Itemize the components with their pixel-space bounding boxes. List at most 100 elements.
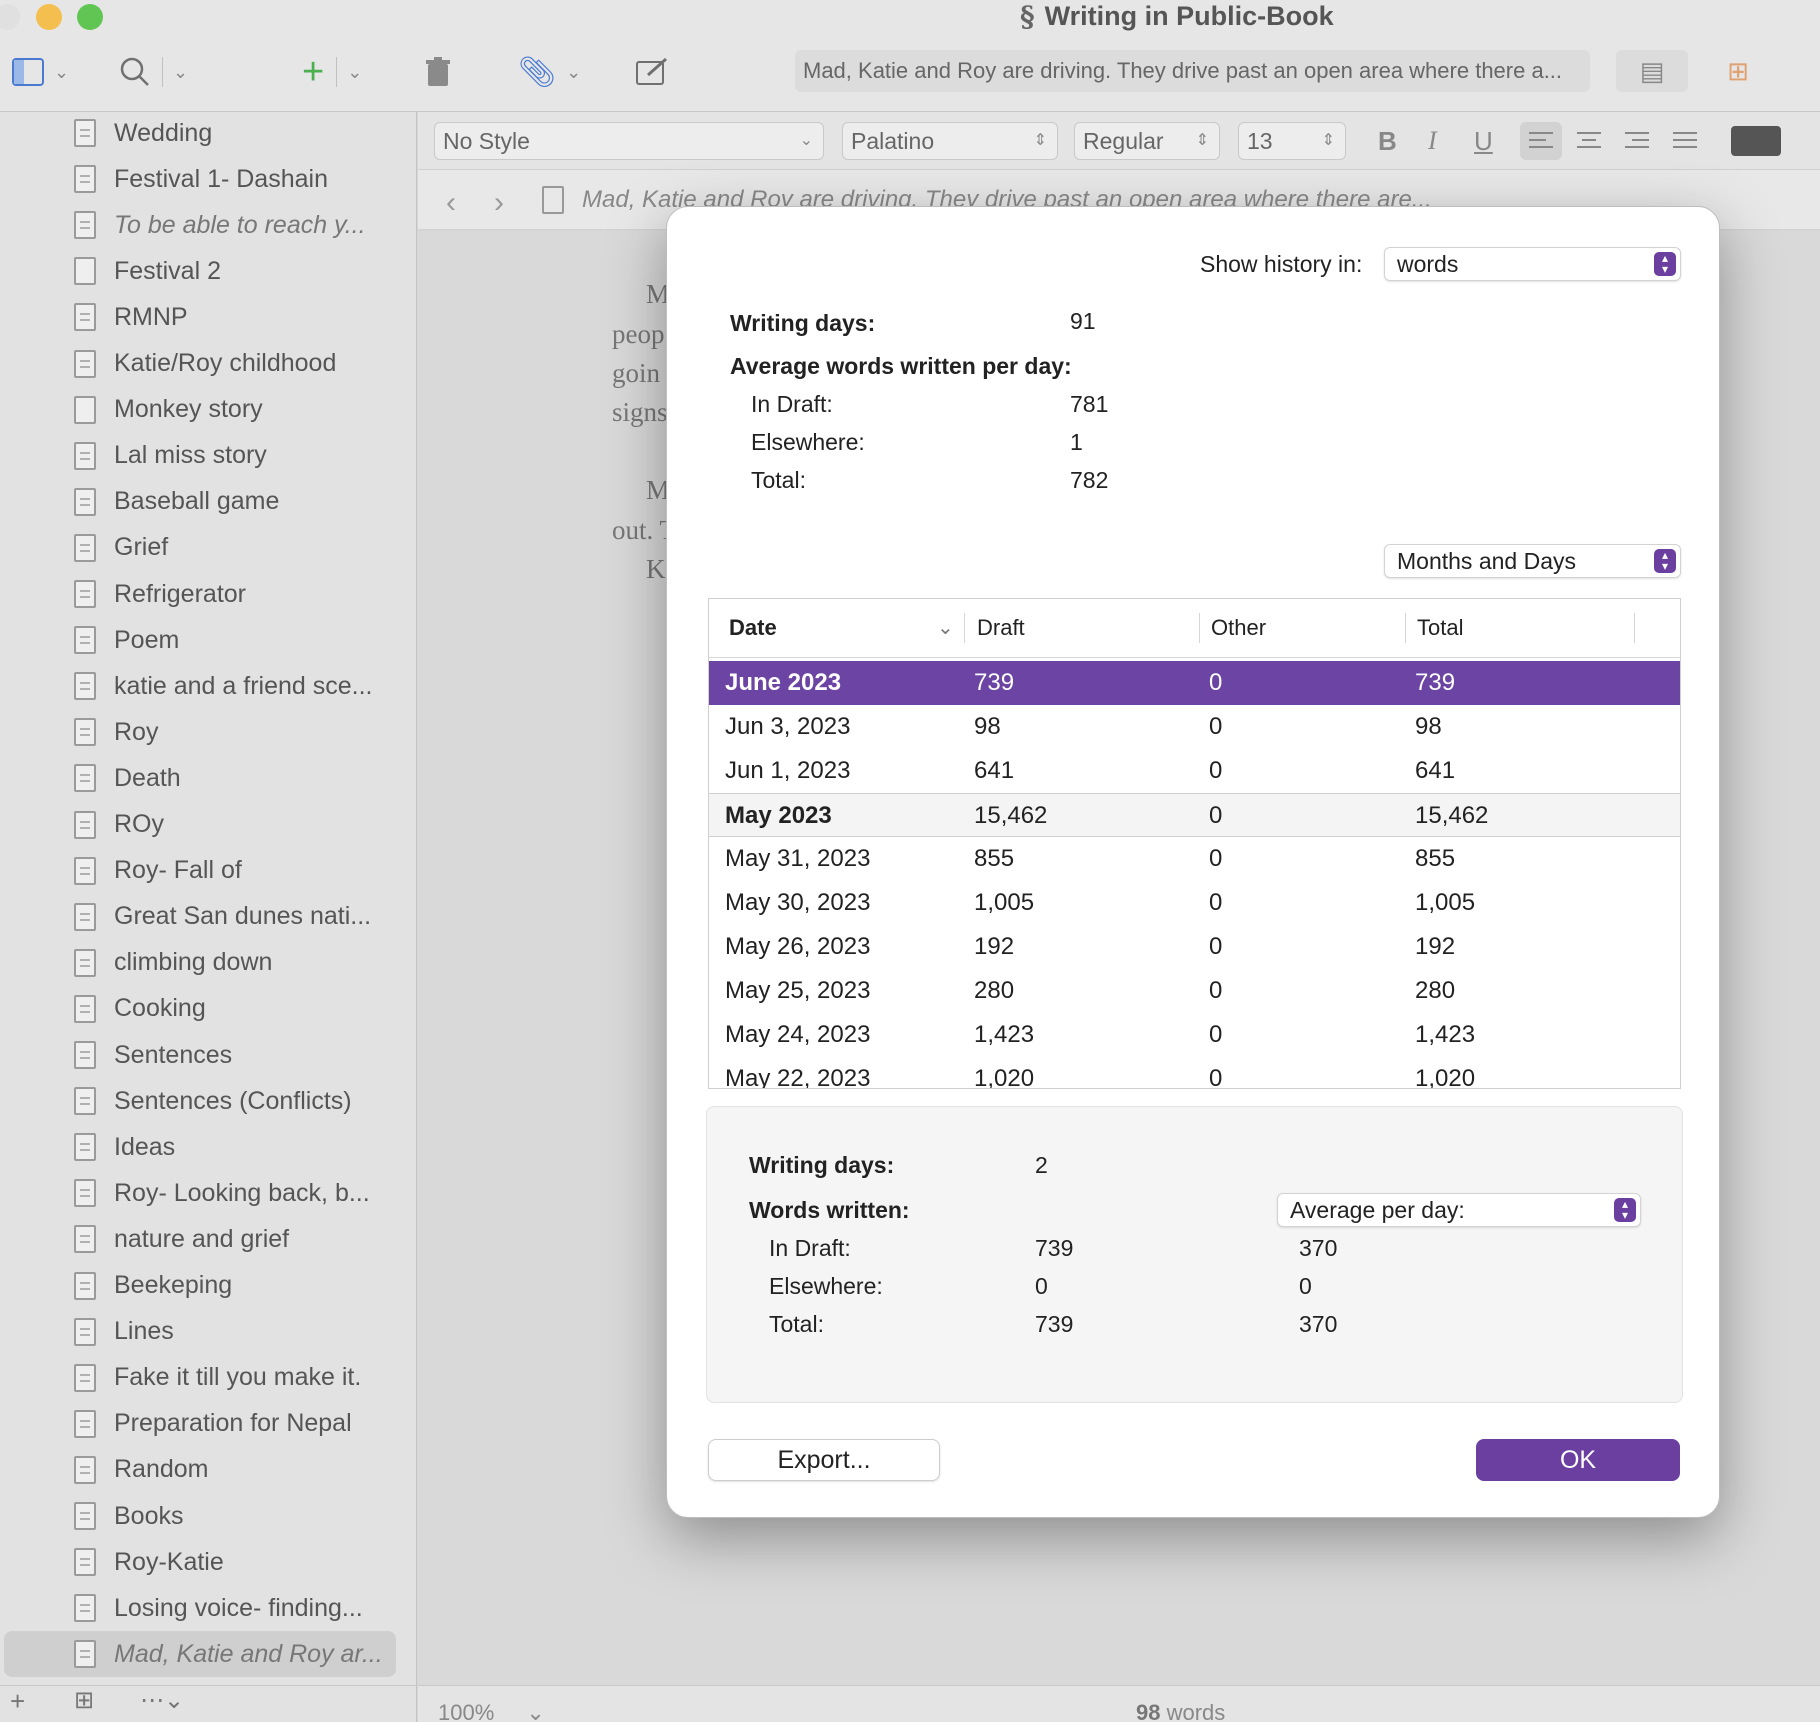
add-document-button[interactable]: + ⌄: [302, 50, 362, 94]
align-right-button[interactable]: [1616, 122, 1658, 160]
zoom-window-button[interactable]: [77, 4, 103, 30]
binder-item[interactable]: Grief: [0, 525, 416, 571]
align-center-button[interactable]: [1568, 122, 1610, 160]
summary-mode-select[interactable]: Average per day: ▴ ▾: [1277, 1193, 1641, 1227]
compose-button[interactable]: [636, 50, 668, 94]
chevron-down-icon[interactable]: ⌄: [173, 62, 188, 83]
binder-item[interactable]: Preparation for Nepal: [0, 1401, 416, 1447]
binder-item[interactable]: Fake it till you make it.: [0, 1355, 416, 1401]
table-row[interactable]: May 24, 2023 1,423 0 1,423: [709, 1013, 1680, 1057]
cell-other: 0: [1209, 977, 1223, 1004]
chevron-down-icon[interactable]: ⌄: [937, 599, 954, 657]
ok-button[interactable]: OK: [1476, 1439, 1680, 1481]
table-row[interactable]: May 22, 2023 1,020 0 1,020: [709, 1057, 1680, 1088]
paragraph-style-select[interactable]: No Style ⌄: [434, 122, 824, 160]
table-row[interactable]: Jun 1, 2023 641 0 641: [709, 749, 1680, 793]
trash-button[interactable]: [425, 50, 451, 94]
binder-item[interactable]: nature and grief: [0, 1216, 416, 1262]
chevron-down-icon[interactable]: ⌄: [566, 62, 581, 83]
chevron-down-icon[interactable]: ⌄: [54, 62, 69, 83]
binder-item[interactable]: Cooking: [0, 986, 416, 1032]
binder-item[interactable]: Poem: [0, 617, 416, 663]
table-row[interactable]: May 30, 2023 1,005 0 1,005: [709, 881, 1680, 925]
binder-item[interactable]: RMNP: [0, 294, 416, 340]
close-window-button[interactable]: [0, 4, 20, 30]
view-mode-corkboard-button[interactable]: ⊞: [1702, 50, 1774, 92]
binder-item[interactable]: Katie/Roy childhood: [0, 341, 416, 387]
binder-item-label: Monkey story: [114, 395, 263, 424]
table-row[interactable]: Jun 3, 2023 98 0 98: [709, 705, 1680, 749]
grouping-value: Months and Days: [1397, 548, 1576, 574]
grouping-select[interactable]: Months and Days ▴ ▾: [1384, 544, 1681, 578]
binder-item[interactable]: Sentences: [0, 1032, 416, 1078]
binder-item[interactable]: Lal miss story: [0, 433, 416, 479]
align-justify-button[interactable]: [1664, 122, 1706, 160]
cell-total: 192: [1415, 933, 1456, 960]
format-bar: No Style ⌄ Palatino ⇕ Regular ⇕ 13 ⇕ B I…: [418, 112, 1820, 170]
add-item-icon[interactable]: +: [10, 1686, 25, 1717]
binder-item[interactable]: Refrigerator: [0, 571, 416, 617]
binder-item[interactable]: Beekeping: [0, 1263, 416, 1309]
binder-item[interactable]: Mad, Katie and Roy ar...: [4, 1631, 396, 1678]
binder-item[interactable]: Books: [0, 1493, 416, 1539]
chevron-down-icon[interactable]: ⌄: [347, 62, 362, 83]
column-divider: [1405, 613, 1406, 643]
bold-button[interactable]: B: [1378, 122, 1397, 160]
binder-item[interactable]: Monkey story: [0, 387, 416, 433]
font-family-select[interactable]: Palatino ⇕: [842, 122, 1058, 160]
history-unit-select[interactable]: words ▴ ▾: [1384, 247, 1681, 281]
search-button[interactable]: ⌄: [120, 50, 188, 94]
back-button[interactable]: ‹: [446, 186, 456, 220]
column-header-date[interactable]: Date: [729, 599, 777, 657]
table-row[interactable]: May 26, 2023 192 0 192: [709, 925, 1680, 969]
column-header-other[interactable]: Other: [1211, 599, 1266, 657]
writing-history-dialog: Show history in: words ▴ ▾ Writing days: …: [666, 206, 1720, 1518]
binder-toggle-button[interactable]: ⌄: [12, 50, 69, 94]
binder-item[interactable]: Roy-Katie: [0, 1539, 416, 1585]
binder-item-label: Random: [114, 1455, 209, 1484]
binder-item[interactable]: climbing down: [0, 940, 416, 986]
binder-item[interactable]: Wedding: [0, 112, 416, 156]
binder-item[interactable]: Baseball game: [0, 479, 416, 525]
more-options-icon[interactable]: ⋯⌄: [140, 1686, 184, 1715]
minimize-window-button[interactable]: [36, 4, 62, 30]
binder-item[interactable]: ROy: [0, 802, 416, 848]
binder-item[interactable]: Lines: [0, 1309, 416, 1355]
view-mode-document-button[interactable]: ▤: [1616, 50, 1688, 92]
binder-item[interactable]: Sentences (Conflicts): [0, 1078, 416, 1124]
binder-item[interactable]: katie and a friend sce...: [0, 663, 416, 709]
binder-item[interactable]: Roy: [0, 709, 416, 755]
forward-button[interactable]: ›: [494, 186, 504, 220]
binder-item[interactable]: Losing voice- finding...: [0, 1585, 416, 1631]
document-icon: [74, 810, 96, 839]
attachment-button[interactable]: 📎︎ ⌄: [518, 50, 581, 94]
column-header-total[interactable]: Total: [1417, 599, 1463, 657]
text-color-button[interactable]: [1731, 126, 1781, 156]
binder-item[interactable]: Ideas: [0, 1124, 416, 1170]
binder-item[interactable]: To be able to reach y...: [0, 202, 416, 248]
add-folder-icon[interactable]: ⊞: [74, 1686, 94, 1715]
font-size-select[interactable]: 13 ⇕: [1238, 122, 1346, 160]
document-icon: [74, 1041, 96, 1069]
binder-item[interactable]: Roy- Fall of: [0, 848, 416, 894]
table-row[interactable]: May 25, 2023 280 0 280: [709, 969, 1680, 1013]
binder-item[interactable]: Random: [0, 1447, 416, 1493]
export-button[interactable]: Export...: [708, 1439, 940, 1481]
font-weight-select[interactable]: Regular ⇕: [1074, 122, 1220, 160]
table-row[interactable]: May 31, 2023 855 0 855: [709, 837, 1680, 881]
font-size-value: 13: [1247, 128, 1273, 154]
column-header-draft[interactable]: Draft: [977, 599, 1025, 657]
binder-item[interactable]: Death: [0, 755, 416, 801]
zoom-select[interactable]: 100% ⌄: [438, 1700, 545, 1722]
underline-button[interactable]: U: [1474, 122, 1493, 160]
align-left-button[interactable]: [1520, 122, 1562, 160]
table-row[interactable]: June 2023 739 0 739: [709, 661, 1680, 705]
binder-item[interactable]: Roy- Looking back, b...: [0, 1170, 416, 1216]
quick-reference-field[interactable]: Mad, Katie and Roy are driving. They dri…: [795, 50, 1590, 92]
binder-item[interactable]: Festival 1- Dashain: [0, 156, 416, 202]
binder-item[interactable]: Festival 2: [0, 248, 416, 294]
table-row[interactable]: May 2023 15,462 0 15,462: [709, 793, 1680, 837]
italic-button[interactable]: I: [1428, 122, 1437, 160]
binder-item[interactable]: Great San dunes nati...: [0, 894, 416, 940]
document-icon: [74, 487, 96, 516]
